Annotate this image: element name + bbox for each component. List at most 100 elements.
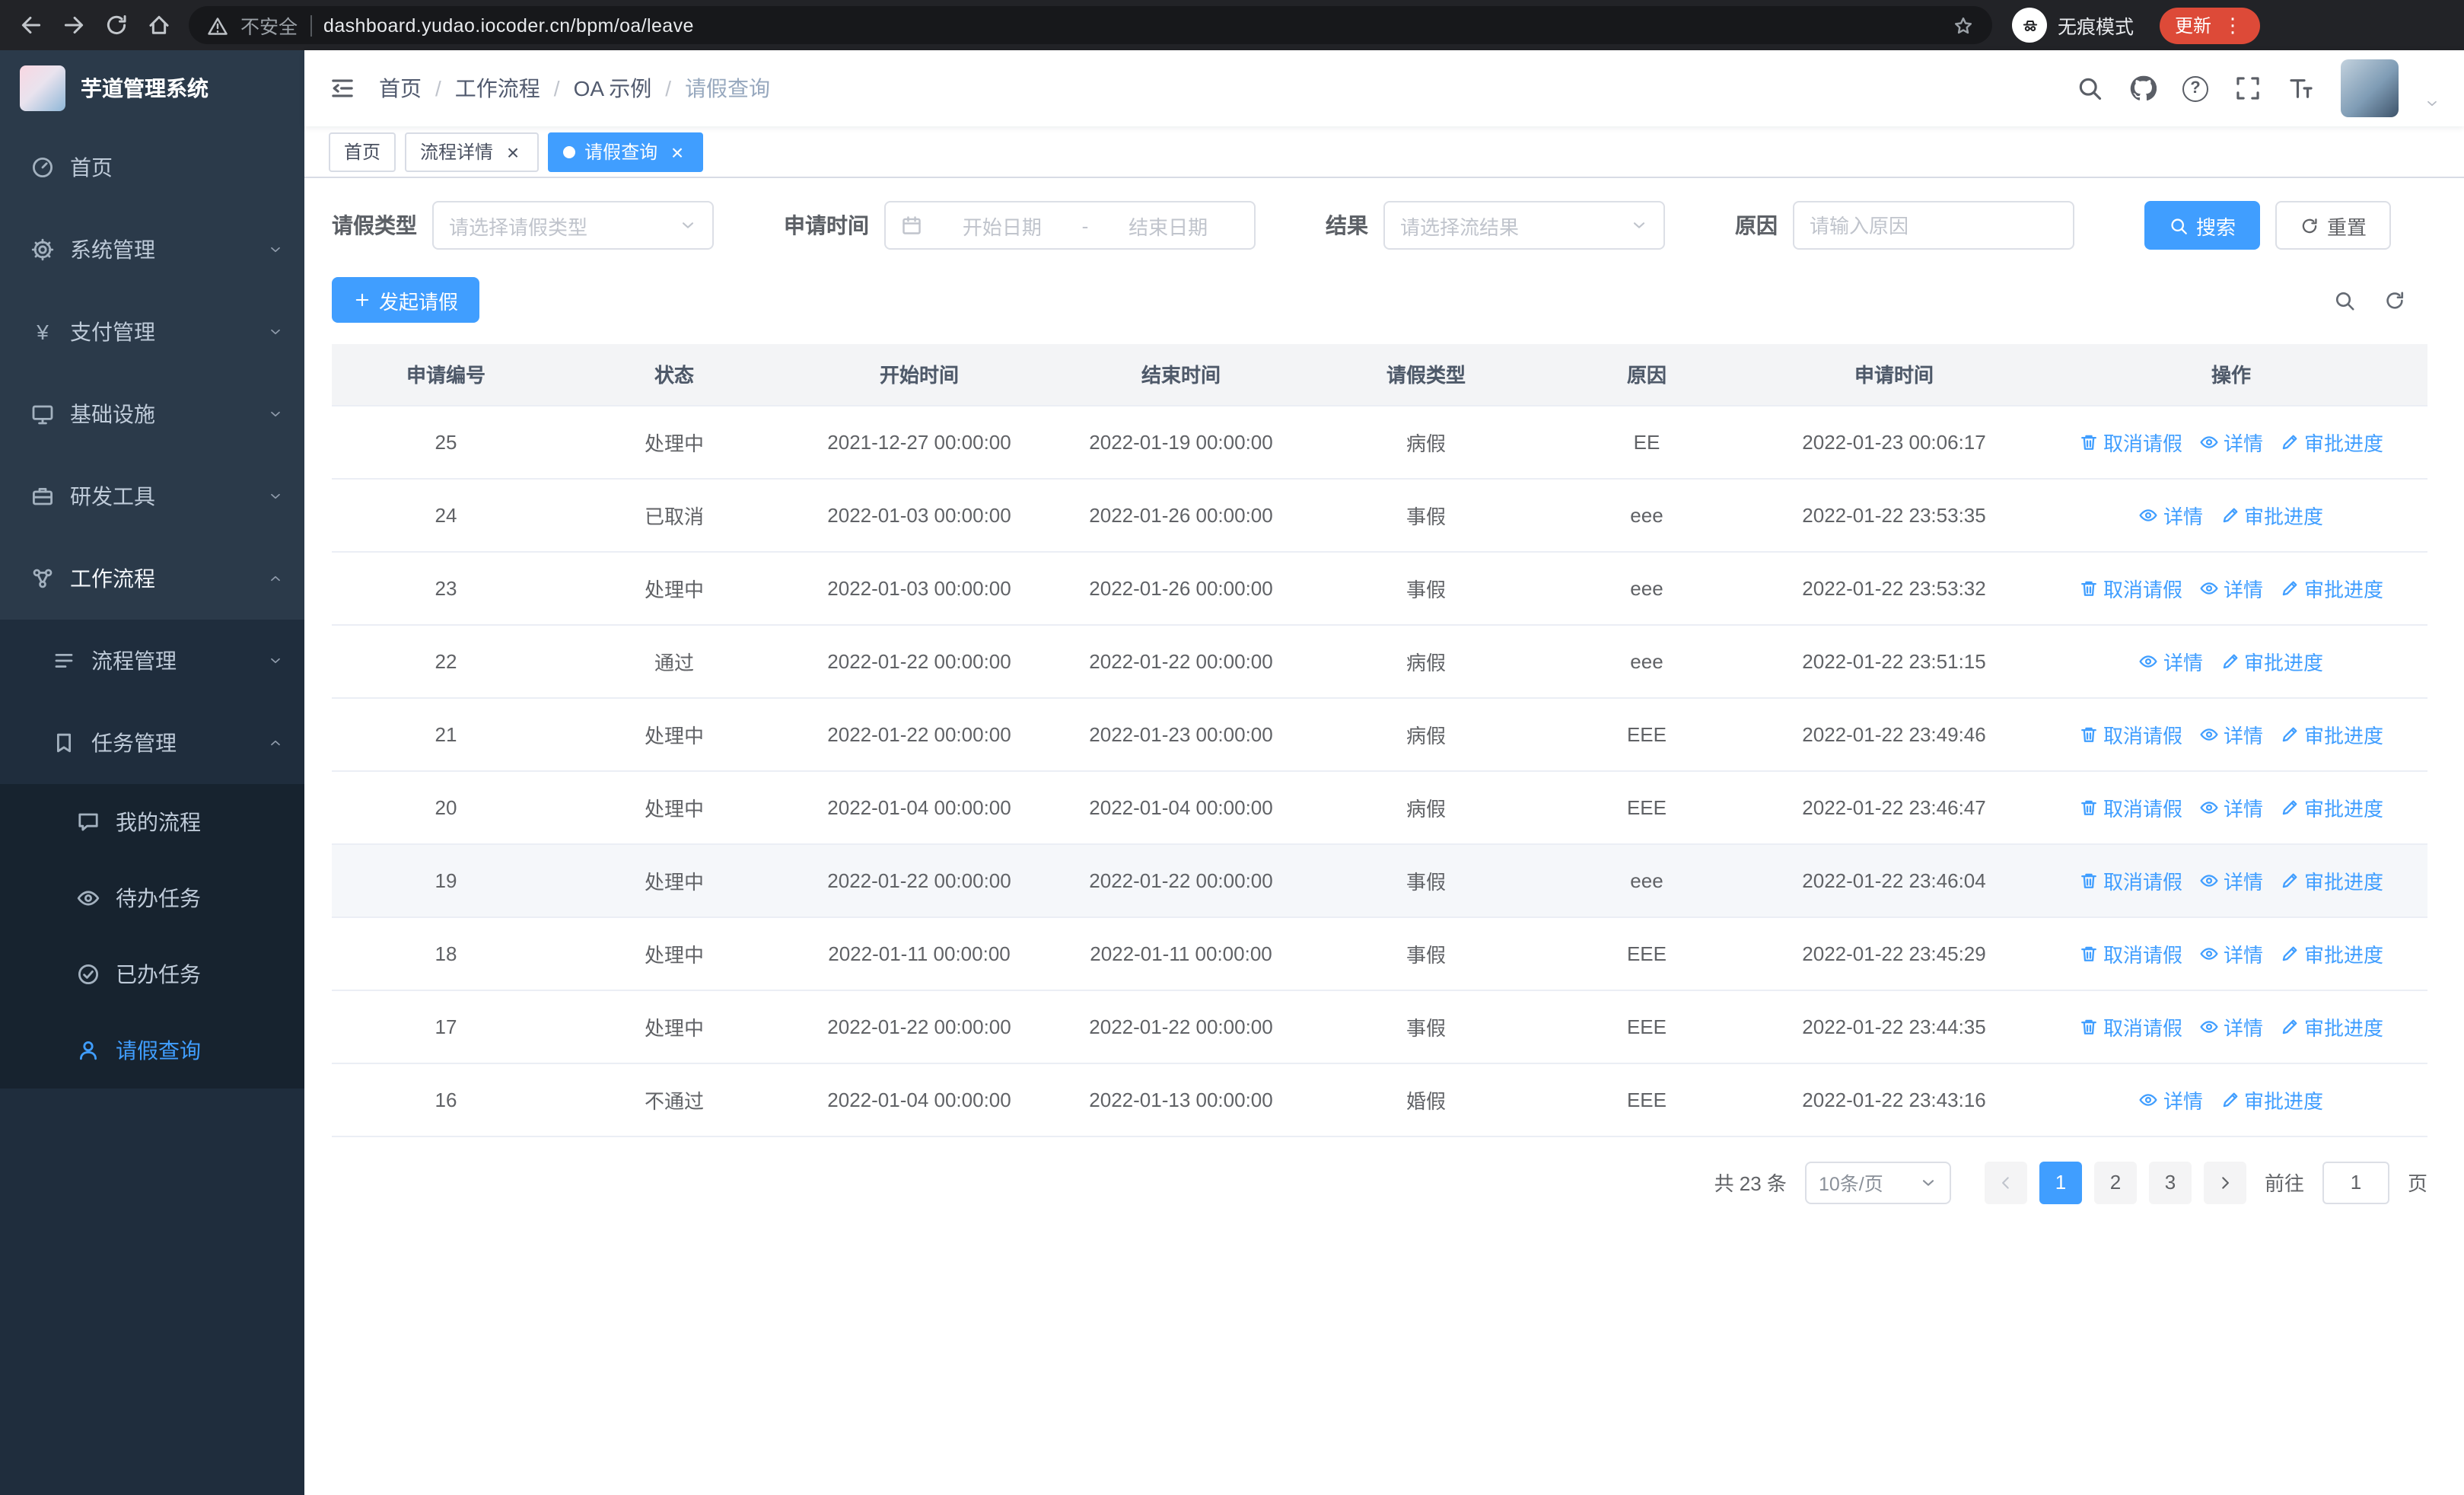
browser-menu-icon[interactable]: ⋮: [2220, 13, 2245, 37]
detail-action-link[interactable]: 详情: [2199, 719, 2263, 748]
back-icon[interactable]: [18, 12, 44, 38]
page-button-1[interactable]: 1: [2039, 1161, 2082, 1203]
column-header-actions: 操作: [2035, 344, 2427, 406]
cancel-action-link[interactable]: 取消请假: [2079, 792, 2182, 821]
progress-action-link[interactable]: 审批进度: [2280, 719, 2383, 748]
chevron-down-icon: [268, 653, 283, 668]
sidebar-item-system[interactable]: 系统管理: [0, 209, 304, 291]
table-row[interactable]: 25 处理中 2021-12-27 00:00:00 2022-01-19 00:00…: [332, 405, 2427, 479]
goto-page-input[interactable]: [2322, 1161, 2389, 1203]
table-cell: 24: [332, 478, 560, 552]
menu-fold-icon[interactable]: [329, 75, 356, 102]
progress-action-link[interactable]: 审批进度: [2280, 792, 2383, 821]
progress-action-link[interactable]: 审批进度: [2220, 646, 2323, 675]
cancel-action-link[interactable]: 取消请假: [2079, 939, 2182, 967]
cancel-action-link[interactable]: 取消请假: [2079, 1012, 2182, 1041]
font-size-icon[interactable]: [2287, 75, 2315, 102]
create-leave-button[interactable]: 发起请假: [332, 277, 480, 323]
leave-type-select[interactable]: 请选择请假类型: [432, 201, 714, 250]
bookmark-star-icon[interactable]: [1953, 14, 1974, 36]
sidebar-item-payment[interactable]: ¥ 支付管理: [0, 291, 304, 373]
user-avatar[interactable]: [2341, 59, 2399, 117]
sidebar-item-devtools[interactable]: 研发工具: [0, 455, 304, 537]
tab-leave-query[interactable]: 请假查询 ×: [548, 132, 704, 171]
fullscreen-icon[interactable]: [2234, 75, 2262, 102]
sidebar-item-process-mgmt[interactable]: 流程管理: [0, 620, 304, 702]
page-button-2[interactable]: 2: [2093, 1161, 2137, 1203]
cancel-action-link[interactable]: 取消请假: [2079, 865, 2182, 894]
apply-time-range-picker[interactable]: 开始日期 - 结束日期: [884, 201, 1256, 250]
tab-home[interactable]: 首页: [329, 132, 396, 171]
tab-process-detail[interactable]: 流程详情 ×: [405, 132, 540, 171]
tab-close-icon[interactable]: ×: [502, 141, 524, 162]
reset-button[interactable]: 重置: [2275, 201, 2392, 250]
avatar-caret-icon[interactable]: [2424, 96, 2440, 111]
address-bar[interactable]: 不安全 dashboard.yudao.iocoder.cn/bpm/oa/le…: [189, 6, 1992, 44]
reason-input[interactable]: [1810, 202, 2070, 248]
chevron-down-icon: [268, 242, 283, 257]
forward-icon[interactable]: [61, 12, 87, 38]
detail-action-link[interactable]: 详情: [2199, 792, 2263, 821]
table-row[interactable]: 20 处理中 2022-01-04 00:00:00 2022-01-04 00:00…: [332, 770, 2427, 844]
detail-action-link[interactable]: 详情: [2199, 1012, 2263, 1041]
menu-label: 基础设施: [70, 402, 155, 426]
github-icon[interactable]: [2129, 75, 2157, 102]
progress-action-link[interactable]: 审批进度: [2280, 427, 2383, 456]
sidebar-item-done-tasks[interactable]: 已办任务: [0, 936, 304, 1012]
progress-action-link[interactable]: 审批进度: [2280, 865, 2383, 894]
table-row[interactable]: 17 处理中 2022-01-22 00:00:00 2022-01-22 00:00…: [332, 990, 2427, 1063]
result-select[interactable]: 请选择流结果: [1383, 201, 1665, 250]
sidebar-item-task-mgmt[interactable]: 任务管理: [0, 702, 304, 784]
table-row[interactable]: 18 处理中 2022-01-11 00:00:00 2022-01-11 00:00…: [332, 916, 2427, 990]
progress-action-link[interactable]: 审批进度: [2280, 939, 2383, 967]
detail-action-link[interactable]: 详情: [2199, 427, 2263, 456]
sidebar-item-todo-tasks[interactable]: 待办任务: [0, 860, 304, 936]
page-size-select[interactable]: 10条/页: [1804, 1161, 1951, 1203]
sidebar-item-my-process[interactable]: 我的流程: [0, 784, 304, 860]
cancel-action-link[interactable]: 取消请假: [2079, 719, 2182, 748]
app-logo[interactable]: 芋道管理系统: [0, 50, 304, 126]
sidebar-item-home[interactable]: 首页: [0, 126, 304, 209]
cancel-action-link[interactable]: 取消请假: [2079, 427, 2182, 456]
detail-action-link[interactable]: 详情: [2199, 865, 2263, 894]
detail-action-link[interactable]: 详情: [2199, 573, 2263, 602]
progress-action-link[interactable]: 审批进度: [2280, 1012, 2383, 1041]
breadcrumb-home[interactable]: 首页: [379, 73, 422, 104]
action-label: 审批进度: [2304, 578, 2384, 601]
breadcrumb-oa-example[interactable]: OA 示例: [574, 73, 652, 104]
sidebar-item-infrastructure[interactable]: 基础设施: [0, 373, 304, 455]
action-label: 审批进度: [2304, 797, 2384, 820]
cancel-action-link[interactable]: 取消请假: [2079, 573, 2182, 602]
next-page-button[interactable]: [2203, 1161, 2246, 1203]
refresh-table-icon[interactable]: [2383, 288, 2406, 311]
detail-action-link[interactable]: 详情: [2199, 939, 2263, 967]
breadcrumb-workflow[interactable]: 工作流程: [455, 73, 540, 104]
detail-action-link[interactable]: 详情: [2139, 1085, 2203, 1114]
progress-action-link[interactable]: 审批进度: [2220, 1085, 2323, 1114]
table-cell: 处理中: [560, 843, 788, 917]
table-row[interactable]: 23 处理中 2022-01-03 00:00:00 2022-01-26 00:00…: [332, 551, 2427, 625]
progress-action-link[interactable]: 审批进度: [2220, 500, 2323, 529]
update-button[interactable]: 更新 ⋮: [2160, 7, 2261, 43]
table-row[interactable]: 24 已取消 2022-01-03 00:00:00 2022-01-26 00:00…: [332, 478, 2427, 552]
table-row[interactable]: 21 处理中 2022-01-22 00:00:00 2022-01-23 00:00…: [332, 697, 2427, 771]
table-row[interactable]: 16 不通过 2022-01-04 00:00:00 2022-01-13 00:00…: [332, 1063, 2427, 1136]
table-cell: 已取消: [560, 478, 788, 552]
toggle-search-icon[interactable]: [2333, 288, 2356, 311]
sidebar-item-workflow[interactable]: 工作流程: [0, 537, 304, 620]
detail-action-link[interactable]: 详情: [2139, 500, 2203, 529]
reload-icon[interactable]: [103, 12, 129, 38]
search-button[interactable]: 搜索: [2144, 201, 2261, 250]
tab-close-icon[interactable]: ×: [667, 141, 688, 162]
search-icon[interactable]: [2076, 75, 2103, 102]
help-icon[interactable]: ?: [2182, 75, 2208, 101]
table-row[interactable]: 22 通过 2022-01-22 00:00:00 2022-01-22 00:00:…: [332, 624, 2427, 698]
table-row[interactable]: 19 处理中 2022-01-22 00:00:00 2022-01-22 00:00…: [332, 843, 2427, 917]
progress-action-link[interactable]: 审批进度: [2280, 573, 2383, 602]
prev-page-button[interactable]: [1984, 1161, 2027, 1203]
detail-action-link[interactable]: 详情: [2139, 646, 2203, 675]
sidebar-item-leave-query[interactable]: 请假查询: [0, 1012, 304, 1089]
home-icon[interactable]: [146, 12, 172, 38]
page-button-3[interactable]: 3: [2148, 1161, 2192, 1203]
action-label: 审批进度: [2304, 432, 2384, 454]
